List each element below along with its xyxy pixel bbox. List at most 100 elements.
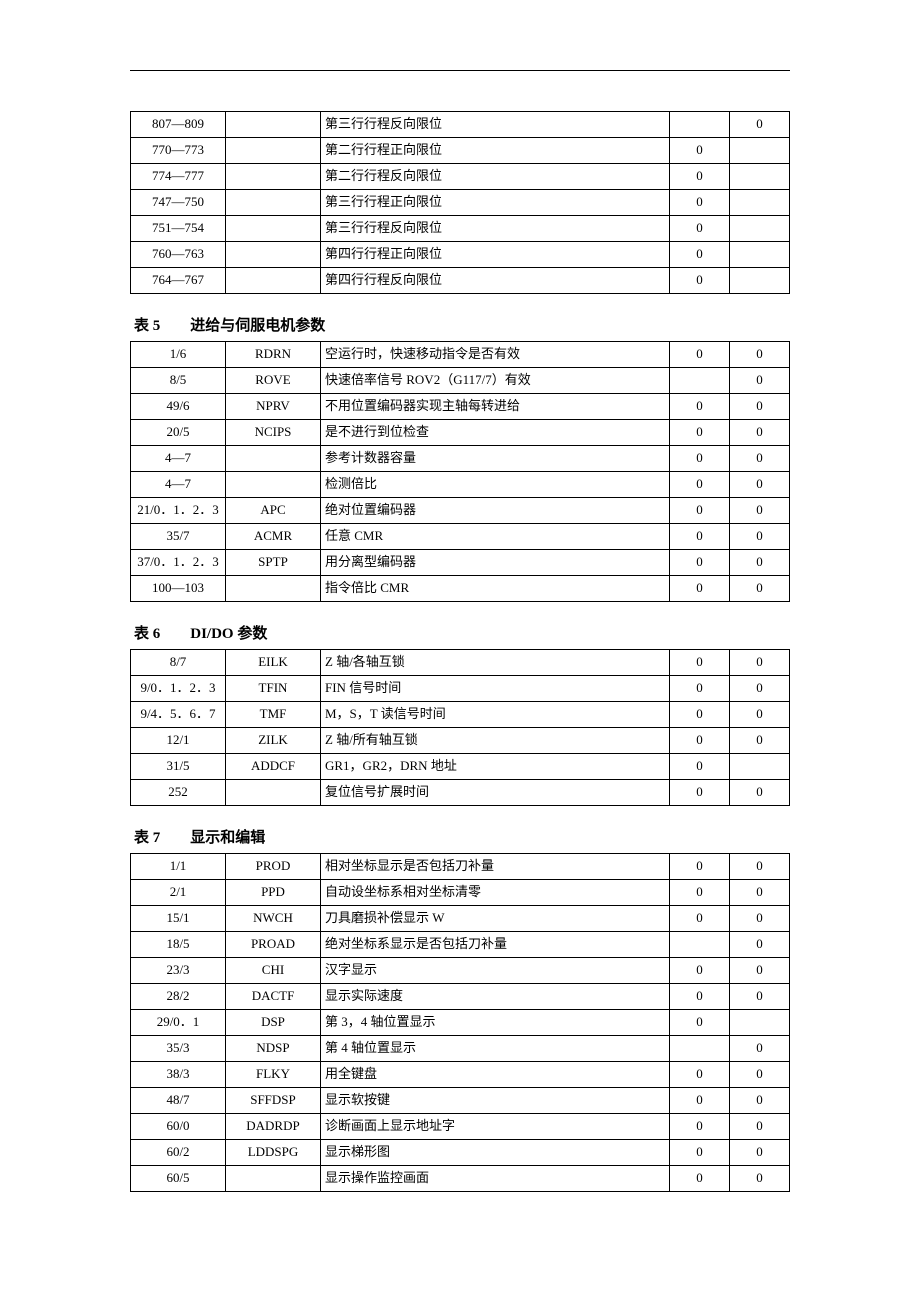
param-val-b: 0: [730, 906, 790, 932]
param-val-a: 0: [670, 446, 730, 472]
data-table: 8/7EILKZ 轴/各轴互锁009/0．1．2．3TFINFIN 信号时间00…: [130, 649, 790, 806]
param-symbol: [226, 446, 321, 472]
section-heading: DI/DO 参数: [190, 626, 267, 642]
param-val-b: [730, 190, 790, 216]
table-row: 252复位信号扩展时间00: [131, 780, 790, 806]
param-desc: 第 4 轴位置显示: [321, 1036, 670, 1062]
param-val-a: 0: [670, 1062, 730, 1088]
param-val-a: 0: [670, 498, 730, 524]
param-desc: 第三行行程反向限位: [321, 216, 670, 242]
param-desc: 指令倍比 CMR: [321, 576, 670, 602]
param-val-a: 0: [670, 268, 730, 294]
table-row: 4—7参考计数器容量00: [131, 446, 790, 472]
param-val-a: 0: [670, 754, 730, 780]
param-val-b: 0: [730, 676, 790, 702]
section-title: 表 7显示和编辑: [134, 826, 790, 847]
param-symbol: DADRDP: [226, 1114, 321, 1140]
param-symbol: FLKY: [226, 1062, 321, 1088]
param-val-a: 0: [670, 676, 730, 702]
param-desc: 复位信号扩展时间: [321, 780, 670, 806]
param-desc: 任意 CMR: [321, 524, 670, 550]
param-desc: 绝对位置编码器: [321, 498, 670, 524]
table-row: 2/1PPD自动设坐标系相对坐标清零00: [131, 880, 790, 906]
param-id: 9/4．5．6．7: [131, 702, 226, 728]
param-symbol: [226, 216, 321, 242]
param-id: 8/5: [131, 368, 226, 394]
section-number: 表 5: [134, 318, 160, 334]
param-symbol: RDRN: [226, 342, 321, 368]
param-val-b: 0: [730, 854, 790, 880]
param-id: 60/5: [131, 1166, 226, 1192]
table-row: 8/7EILKZ 轴/各轴互锁00: [131, 650, 790, 676]
data-table: 807—809第三行行程反向限位0770—773第二行行程正向限位0774—77…: [130, 111, 790, 294]
param-id: 1/1: [131, 854, 226, 880]
param-symbol: [226, 1166, 321, 1192]
param-id: 23/3: [131, 958, 226, 984]
param-symbol: DSP: [226, 1010, 321, 1036]
param-symbol: [226, 164, 321, 190]
param-symbol: CHI: [226, 958, 321, 984]
param-symbol: PPD: [226, 880, 321, 906]
table-row: 48/7SFFDSP显示软按键00: [131, 1088, 790, 1114]
table-row: 49/6NPRV不用位置编码器实现主轴每转进给00: [131, 394, 790, 420]
section-number: 表 7: [134, 830, 160, 846]
param-desc: FIN 信号时间: [321, 676, 670, 702]
table-row: 31/5ADDCFGR1，GR2，DRN 地址0: [131, 754, 790, 780]
param-val-b: [730, 754, 790, 780]
param-desc: 用全键盘: [321, 1062, 670, 1088]
table-row: 751—754第三行行程反向限位0: [131, 216, 790, 242]
param-desc: 空运行时，快速移动指令是否有效: [321, 342, 670, 368]
param-symbol: ACMR: [226, 524, 321, 550]
param-val-a: 0: [670, 854, 730, 880]
param-val-b: 0: [730, 446, 790, 472]
param-val-b: 0: [730, 984, 790, 1010]
param-val-b: 0: [730, 1166, 790, 1192]
param-val-a: 0: [670, 1140, 730, 1166]
param-desc: 绝对坐标系显示是否包括刀补量: [321, 932, 670, 958]
param-desc: 显示软按键: [321, 1088, 670, 1114]
param-desc: 检测倍比: [321, 472, 670, 498]
table-row: 37/0．1．2．3SPTP用分离型编码器00: [131, 550, 790, 576]
param-symbol: TMF: [226, 702, 321, 728]
param-id: 4—7: [131, 472, 226, 498]
table-row: 35/7ACMR任意 CMR00: [131, 524, 790, 550]
param-val-a: 0: [670, 164, 730, 190]
param-desc: 第二行行程反向限位: [321, 164, 670, 190]
table-row: 807—809第三行行程反向限位0: [131, 112, 790, 138]
param-id: 60/0: [131, 1114, 226, 1140]
param-val-a: 0: [670, 550, 730, 576]
param-id: 35/7: [131, 524, 226, 550]
param-val-a: 0: [670, 728, 730, 754]
param-val-b: 0: [730, 780, 790, 806]
param-val-b: 0: [730, 1062, 790, 1088]
param-val-b: 0: [730, 394, 790, 420]
param-desc: M，S，T 读信号时间: [321, 702, 670, 728]
table-row: 60/2LDDSPG显示梯形图00: [131, 1140, 790, 1166]
table-row: 60/5显示操作监控画面00: [131, 1166, 790, 1192]
param-val-b: [730, 164, 790, 190]
param-id: 747—750: [131, 190, 226, 216]
param-val-b: 0: [730, 1036, 790, 1062]
param-symbol: PROAD: [226, 932, 321, 958]
param-desc: 刀具磨损补偿显示 W: [321, 906, 670, 932]
param-id: 49/6: [131, 394, 226, 420]
param-id: 21/0．1．2．3: [131, 498, 226, 524]
data-table: 1/6RDRN空运行时，快速移动指令是否有效008/5ROVE快速倍率信号 RO…: [130, 341, 790, 602]
table-row: 23/3CHI汉字显示00: [131, 958, 790, 984]
param-val-b: [730, 268, 790, 294]
table-row: 770—773第二行行程正向限位0: [131, 138, 790, 164]
param-id: 8/7: [131, 650, 226, 676]
param-symbol: APC: [226, 498, 321, 524]
param-desc: 第三行行程正向限位: [321, 190, 670, 216]
table-row: 764—767第四行行程反向限位0: [131, 268, 790, 294]
table-row: 747—750第三行行程正向限位0: [131, 190, 790, 216]
param-val-b: 0: [730, 472, 790, 498]
table-row: 100—103指令倍比 CMR00: [131, 576, 790, 602]
param-val-b: 0: [730, 524, 790, 550]
param-id: 751—754: [131, 216, 226, 242]
param-desc: 不用位置编码器实现主轴每转进给: [321, 394, 670, 420]
param-symbol: SFFDSP: [226, 1088, 321, 1114]
param-id: 760—763: [131, 242, 226, 268]
param-symbol: DACTF: [226, 984, 321, 1010]
param-id: 774—777: [131, 164, 226, 190]
